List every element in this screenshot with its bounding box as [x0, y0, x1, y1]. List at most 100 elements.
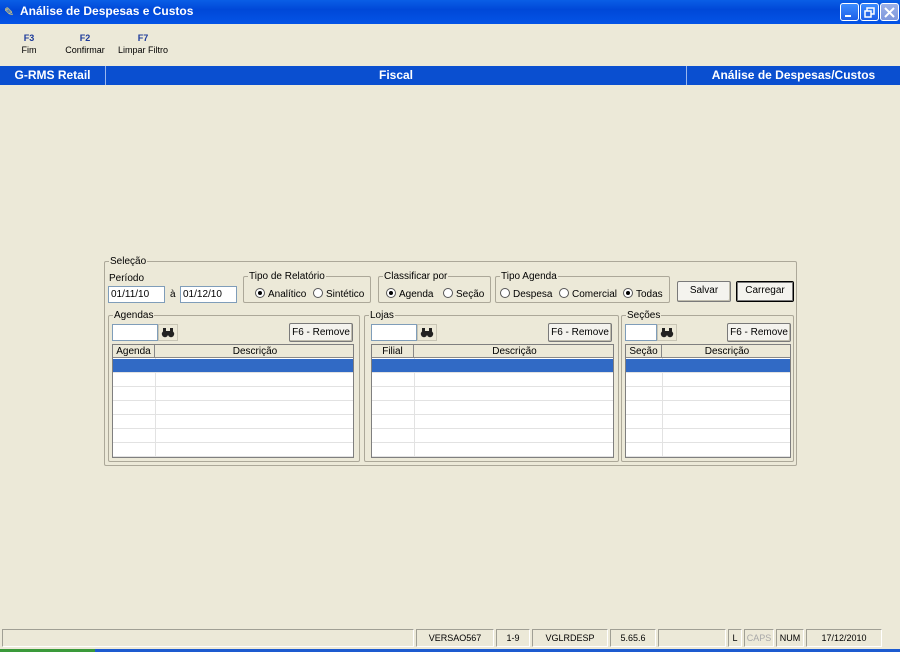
title-bar[interactable]: ✎ Análise de Despesas e Custos	[0, 0, 900, 24]
lojas-legend: Lojas	[370, 310, 394, 321]
table-row[interactable]	[372, 387, 613, 401]
status-build: 5.65.6	[610, 629, 656, 647]
status-l: L	[728, 629, 742, 647]
status-date: 17/12/2010	[806, 629, 882, 647]
status-bar: VERSAO567 1-9 VGLRDESP 5.65.6 L CAPS NUM…	[0, 627, 900, 649]
table-row[interactable]	[113, 415, 353, 429]
radio-label: Sintético	[326, 289, 365, 300]
radio-dot	[386, 288, 396, 298]
radio-analitico[interactable]: Analítico	[255, 288, 306, 301]
toolbar-limpar-filtro[interactable]: F7 Limpar Filtro	[114, 32, 172, 56]
toolbar-fim[interactable]: F3 Fim	[14, 32, 44, 56]
periodo-label: Período	[109, 273, 145, 284]
binoculars-icon	[420, 328, 434, 338]
minimize-button[interactable]	[840, 3, 859, 21]
lojas-find-button[interactable]	[417, 324, 437, 341]
radio-sintetico[interactable]: Sintético	[313, 288, 364, 301]
radio-label: Todas	[636, 289, 663, 300]
table-row[interactable]	[372, 429, 613, 443]
toolbar-label: Fim	[21, 45, 37, 55]
radio-dot	[313, 288, 323, 298]
toolbar-label: Confirmar	[65, 45, 105, 55]
table-row[interactable]	[372, 443, 613, 457]
status-version: VERSAO567	[416, 629, 494, 647]
agendas-legend: Agendas	[114, 310, 154, 321]
binoculars-icon	[161, 328, 175, 338]
secoes-legend: Seções	[627, 310, 661, 321]
table-row[interactable]	[372, 415, 613, 429]
periodo-to-input[interactable]: 01/12/10	[180, 286, 237, 303]
radio-label: Seção	[456, 289, 485, 300]
table-row[interactable]	[372, 359, 613, 373]
banner-center: Fiscal	[378, 68, 414, 82]
column-header[interactable]: Descrição	[414, 345, 613, 358]
table-row[interactable]	[113, 429, 353, 443]
table-row[interactable]	[626, 415, 790, 429]
table-row[interactable]	[113, 359, 353, 373]
radio-dot	[255, 288, 265, 298]
table-row[interactable]	[626, 443, 790, 457]
module-banner: G-RMS Retail Fiscal Análise de Despesas/…	[0, 66, 900, 85]
column-header[interactable]: Descrição	[155, 345, 353, 358]
salvar-button[interactable]: Salvar	[677, 281, 731, 302]
shortcut-key: F3	[23, 33, 35, 43]
restore-icon	[864, 7, 875, 18]
table-row[interactable]	[626, 359, 790, 373]
table-row[interactable]	[626, 373, 790, 387]
column-header[interactable]: Descrição	[662, 345, 790, 358]
banner-right: Análise de Despesas/Custos	[711, 68, 876, 82]
secoes-search-input[interactable]	[625, 324, 657, 341]
radio-todas[interactable]: Todas	[623, 288, 663, 301]
carregar-button[interactable]: Carregar	[736, 281, 794, 302]
close-button[interactable]	[880, 3, 899, 21]
status-num: NUM	[776, 629, 804, 647]
column-header[interactable]: Filial	[372, 345, 414, 358]
radio-comercial[interactable]: Comercial	[559, 288, 617, 301]
secoes-remove-button[interactable]: F6 - Remove	[727, 323, 791, 342]
table-row[interactable]	[113, 443, 353, 457]
lojas-table[interactable]: Filial Descrição	[371, 344, 614, 458]
restore-button[interactable]	[860, 3, 879, 21]
window-title: Análise de Despesas e Custos	[20, 4, 194, 18]
shortcut-key: F2	[79, 33, 91, 43]
radio-dot	[623, 288, 633, 298]
periodo-separator: à	[170, 289, 176, 300]
table-row[interactable]	[113, 401, 353, 415]
status-program: VGLRDESP	[532, 629, 608, 647]
radio-secao[interactable]: Seção	[443, 288, 484, 301]
lojas-remove-button[interactable]: F6 - Remove	[548, 323, 612, 342]
radio-despesa[interactable]: Despesa	[500, 288, 552, 301]
toolbar: F3 Fim F2 Confirmar F7 Limpar Filtro	[0, 24, 900, 66]
agendas-remove-button[interactable]: F6 - Remove	[289, 323, 353, 342]
periodo-from-input[interactable]: 01/11/10	[108, 286, 165, 303]
classificar-legend: Classificar por	[384, 271, 448, 282]
tipo-relatorio-legend: Tipo de Relatório	[249, 271, 325, 282]
column-header[interactable]: Seção	[626, 345, 662, 358]
radio-label: Analítico	[268, 289, 307, 300]
table-row[interactable]	[626, 429, 790, 443]
agendas-table[interactable]: Agenda Descrição	[112, 344, 354, 458]
tipo-agenda-legend: Tipo Agenda	[501, 271, 557, 282]
radio-dot	[559, 288, 569, 298]
lojas-search-input[interactable]	[371, 324, 417, 341]
toolbar-confirmar[interactable]: F2 Confirmar	[62, 32, 108, 56]
radio-label: Comercial	[572, 289, 618, 300]
shortcut-key: F7	[137, 33, 149, 43]
radio-dot	[443, 288, 453, 298]
table-row[interactable]	[113, 373, 353, 387]
selecao-legend: Seleção	[110, 256, 147, 267]
table-row[interactable]	[372, 373, 613, 387]
secoes-table[interactable]: Seção Descrição	[625, 344, 791, 458]
radio-agenda[interactable]: Agenda	[386, 288, 433, 301]
table-row[interactable]	[626, 401, 790, 415]
radio-label: Despesa	[513, 289, 553, 300]
agendas-find-button[interactable]	[158, 324, 178, 341]
minimize-icon	[845, 15, 851, 17]
table-row[interactable]	[626, 387, 790, 401]
radio-label: Agenda	[399, 289, 434, 300]
table-row[interactable]	[372, 401, 613, 415]
column-header[interactable]: Agenda	[113, 345, 155, 358]
table-row[interactable]	[113, 387, 353, 401]
agendas-search-input[interactable]	[112, 324, 158, 341]
secoes-find-button[interactable]	[657, 324, 677, 341]
